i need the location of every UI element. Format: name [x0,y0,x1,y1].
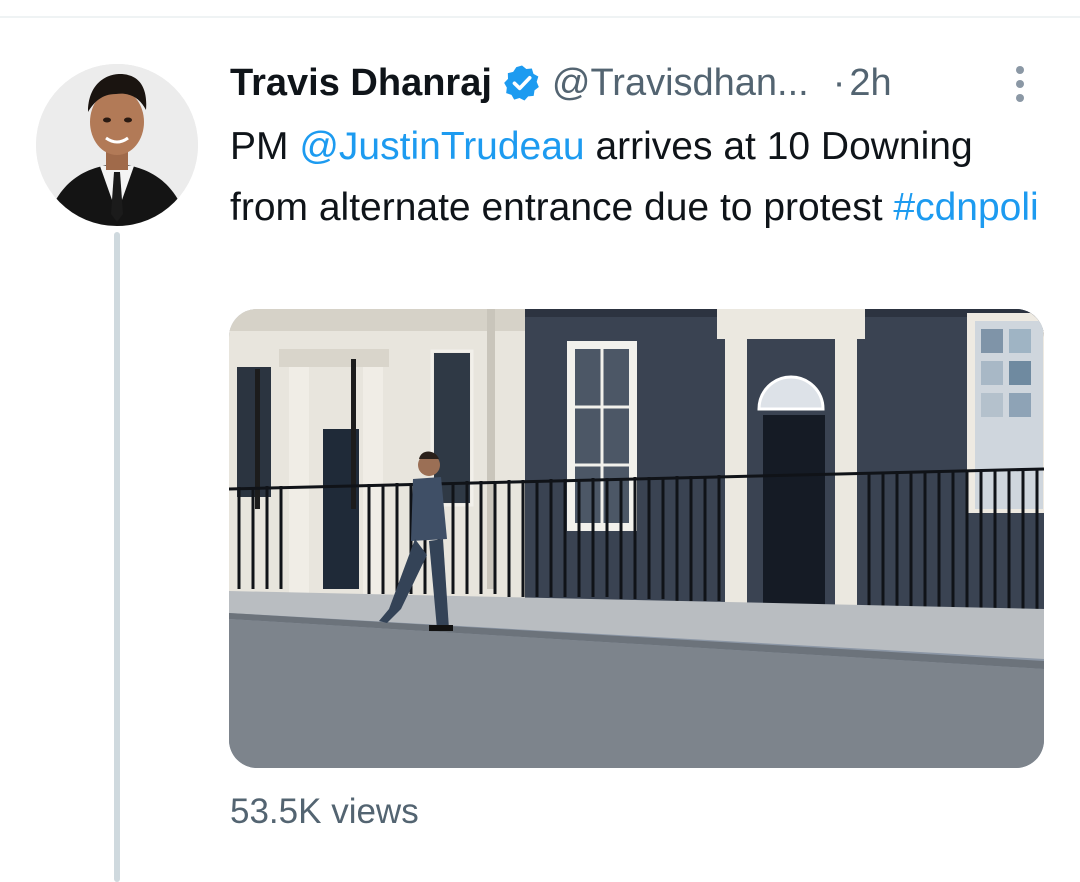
tweet-text-prefix: PM [230,125,300,168]
top-divider [0,16,1080,18]
media-thumbnail [229,309,1044,768]
verified-badge-icon [502,63,542,103]
tweet-text: PM @JustinTrudeau arrives at 10 Downing … [230,116,1040,238]
display-name[interactable]: Travis Dhanraj [230,62,492,105]
tweet-media-video[interactable] [229,309,1044,768]
tweet-timestamp[interactable]: 2h [849,62,891,105]
avatar[interactable] [36,64,198,226]
author-handle[interactable]: @Travisdhan... [552,62,809,105]
thread-connector-line [114,232,120,882]
mention-link[interactable]: @JustinTrudeau [299,125,584,168]
hashtag-link[interactable]: #cdnpoli [893,186,1038,229]
more-options-icon[interactable] [1010,64,1030,104]
view-count: 53.5K views [230,792,419,831]
avatar-image [36,64,198,226]
header-separator: · [832,61,846,104]
tweet-header: Travis Dhanraj @Travisdhan... · 2h [230,56,1030,110]
